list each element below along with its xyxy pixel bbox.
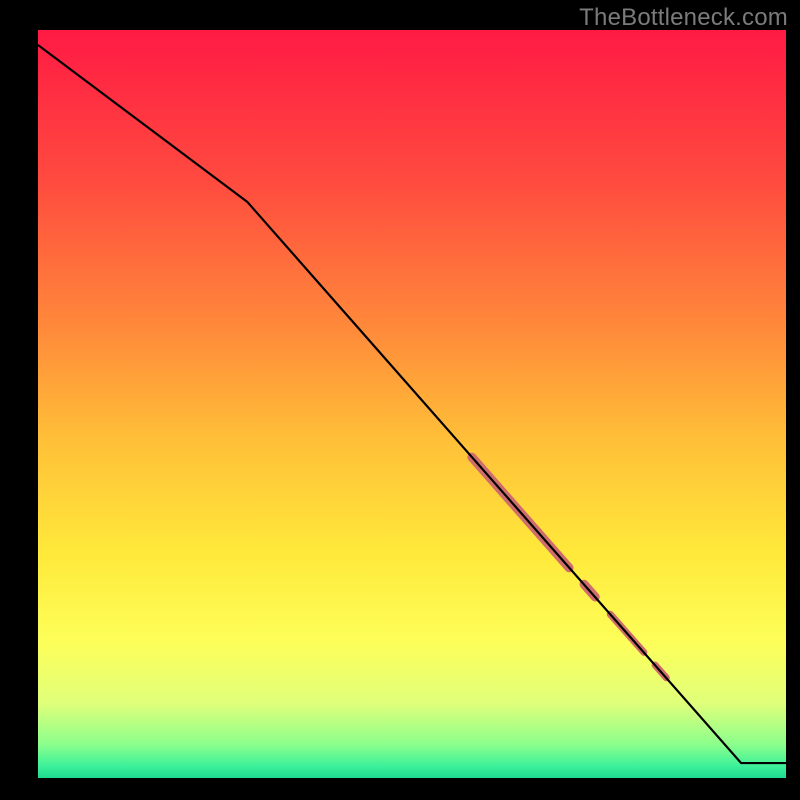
chart-container: TheBottleneck.com — [0, 0, 800, 800]
bottleneck-chart — [0, 0, 800, 800]
plot-background-gradient — [38, 30, 786, 778]
